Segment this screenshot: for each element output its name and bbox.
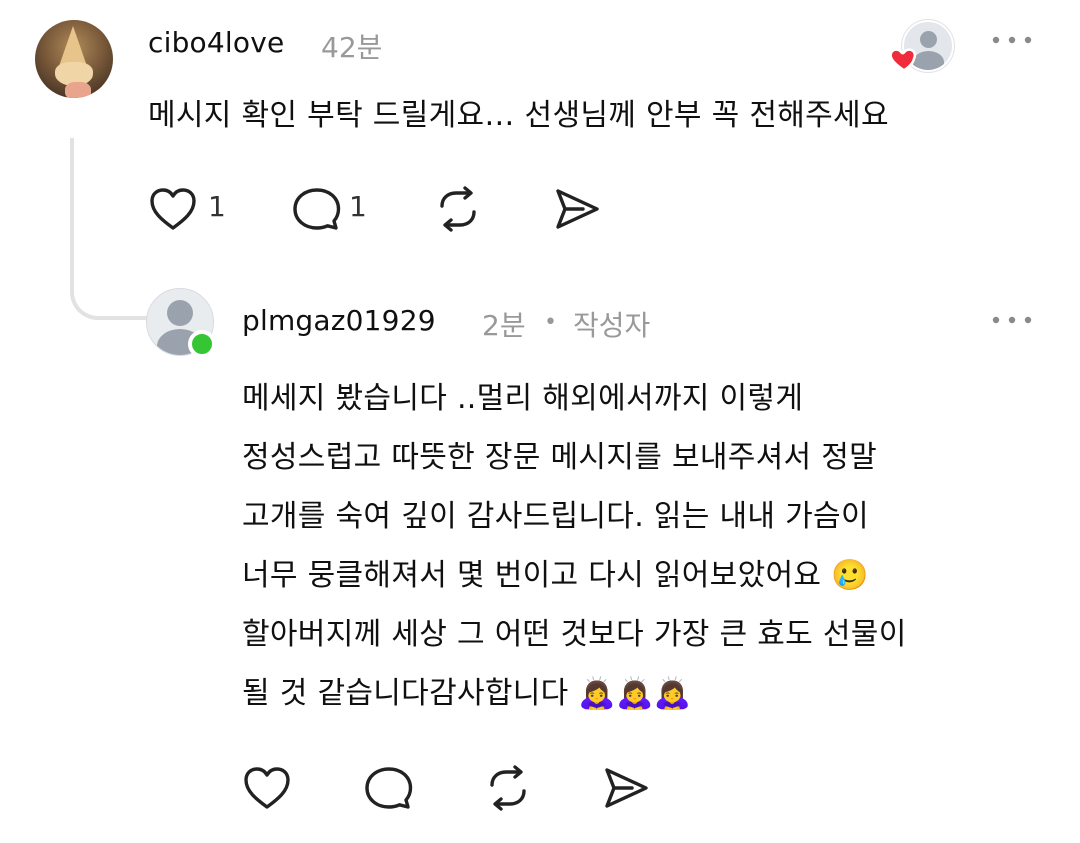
reply-button[interactable] [362,765,414,811]
reply-button[interactable] [290,186,342,232]
like-count: 1 [208,190,226,223]
heart-icon [244,767,290,809]
author-badge: 작성자 [573,309,651,342]
reply-count: 1 [349,190,367,223]
separator-dot: • [544,310,557,335]
send-icon [605,768,648,808]
repost-button[interactable] [432,186,484,232]
bowing-emoji: 🙇‍♀️🙇‍♀️🙇‍♀️ [578,676,692,711]
reply-timestamp: 2분 [482,309,526,342]
reply-text-line: 메세지 봤습니다 ..멀리 해외에서까지 이렇게 [242,381,804,416]
like-button[interactable] [242,765,292,811]
reply-text-line: 고개를 숙여 깊이 감사드립니다. 읽는 내내 가슴이 [242,499,869,534]
reply-text-line: 될 것 같습니다감사합니다 🙇‍♀️🙇‍♀️🙇‍♀️ [242,669,1062,728]
comment-text: 메시지 확인 부탁 드릴게요… 선생님께 안부 꼭 전해주세요 [148,98,889,133]
commenter-avatar[interactable] [35,20,113,98]
reply-text-line: 정성스럽고 따뜻한 장문 메시지를 보내주셔서 정말 [242,440,878,475]
speech-bubble-icon [365,767,413,809]
reply-text-line: 할아버지께 세상 그 어떤 것보다 가장 큰 효도 선물이 [242,617,907,652]
send-icon [556,189,599,229]
repost-icon [440,186,476,232]
like-button[interactable] [148,186,198,232]
reply-text-line: 너무 뭉클해져서 몇 번이고 다시 읽어보았어요 🥲 [242,551,1062,610]
share-button[interactable] [602,765,650,811]
more-options-icon[interactable] [990,30,1034,50]
reply-text-segment: 너무 뭉클해져서 몇 번이고 다시 읽어보았어요 [242,558,822,593]
teary-smile-emoji: 🥲 [831,558,869,593]
red-heart-icon [889,48,917,72]
online-status-indicator [188,330,216,358]
heart-icon [150,188,196,230]
reply-author-username[interactable]: plmgaz01929 [242,304,436,337]
repost-icon [490,765,526,811]
thread-connector-line [70,138,152,320]
share-button[interactable] [553,186,601,232]
reply-text: 메세지 봤습니다 ..멀리 해외에서까지 이렇게 정성스럽고 따뜻한 장문 메시… [242,374,1062,728]
repost-button[interactable] [482,765,534,811]
commenter-username[interactable]: cibo4love [148,26,284,59]
more-options-icon[interactable] [990,310,1034,330]
reply-text-segment: 될 것 같습니다감사합니다 [242,676,569,711]
comment-timestamp: 42분 [321,31,383,64]
speech-bubble-icon [293,188,341,230]
